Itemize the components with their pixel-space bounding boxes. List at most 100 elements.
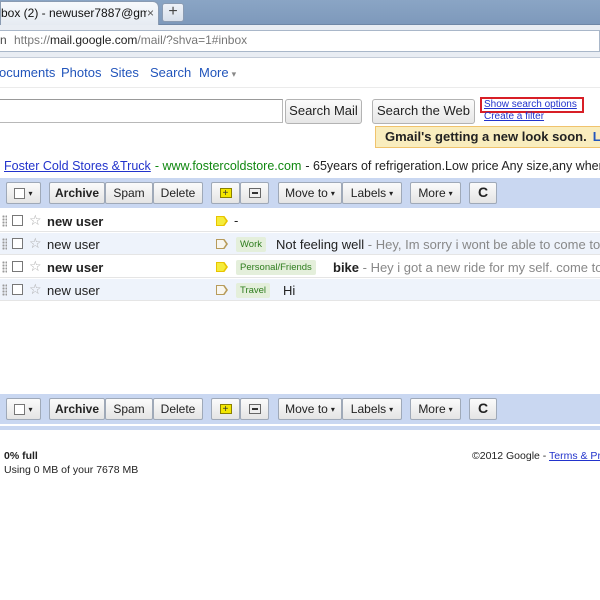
drag-handle-icon[interactable]: [2, 215, 7, 227]
terms-link[interactable]: Terms & Priv: [549, 450, 600, 462]
move-to-label: Move to: [285, 402, 328, 416]
row-checkbox[interactable]: [12, 215, 23, 226]
select-dropdown-button[interactable]: ▾: [6, 182, 41, 204]
show-search-options-link[interactable]: Show search options: [484, 99, 577, 110]
row-checkbox[interactable]: [12, 284, 23, 295]
star-icon[interactable]: ☆: [29, 258, 42, 275]
email-row[interactable]: ☆ new user Personal/Friends bike - Hey i…: [0, 256, 600, 278]
row-checkbox[interactable]: [12, 238, 23, 249]
chevron-down-icon: ▾: [330, 189, 335, 198]
email-label-work[interactable]: Work: [236, 237, 266, 252]
mark-important-button[interactable]: [211, 182, 240, 204]
mark-not-important-icon: [248, 404, 261, 414]
mark-not-important-button[interactable]: [240, 398, 269, 420]
chevron-down-icon: ▾: [389, 405, 394, 414]
star-icon[interactable]: ☆: [29, 212, 42, 229]
spam-button[interactable]: Spam: [105, 182, 153, 204]
spam-button[interactable]: Spam: [105, 398, 153, 420]
nav-more-label: More: [199, 65, 229, 80]
email-sender: new user: [47, 260, 104, 275]
refresh-button[interactable]: C: [469, 182, 497, 204]
chevron-down-icon: ▾: [28, 405, 33, 414]
drag-handle-icon[interactable]: [2, 238, 7, 250]
tab-title: box (2) - newuser7887@gmail....: [1, 6, 147, 20]
notice-text: Gmail's getting a new look soon.: [385, 129, 587, 144]
importance-marker-icon[interactable]: [216, 239, 228, 249]
archive-button[interactable]: Archive: [49, 182, 105, 204]
drag-handle-icon[interactable]: [2, 261, 7, 273]
email-subject: Hi: [283, 283, 296, 298]
row-checkbox[interactable]: [12, 261, 23, 272]
create-filter-link[interactable]: Create a filter: [484, 111, 544, 122]
email-label-personal-friends[interactable]: Personal/Friends: [236, 260, 316, 275]
archive-button[interactable]: Archive: [49, 398, 105, 420]
select-checkbox-icon: [14, 188, 26, 199]
action-toolbar-bottom: ▾ Archive Spam Delete Move to▾ Labels▾ M…: [0, 394, 600, 424]
sponsored-ad: Foster Cold Stores &Truck - www.fostercol…: [0, 155, 600, 177]
labels-button[interactable]: Labels ▾: [342, 182, 402, 204]
star-icon[interactable]: ☆: [29, 235, 42, 252]
move-to-label: Move to: [285, 186, 328, 200]
new-tab-button[interactable]: +: [162, 3, 184, 22]
labels-label: Labels: [350, 186, 387, 200]
chevron-down-icon: ▾: [330, 405, 335, 414]
copyright: ©2012 Google - Terms & Priv: [472, 450, 600, 462]
copyright-text: ©2012 Google -: [472, 450, 550, 462]
chevron-down-icon: ▾: [231, 69, 237, 79]
more-actions-button[interactable]: More ▾: [410, 182, 461, 204]
drag-handle-icon[interactable]: [2, 284, 7, 296]
mark-important-icon: [219, 184, 232, 204]
email-snippet: - Hey, Im sorry i wont be able to come t…: [364, 237, 600, 252]
storage-usage: Using 0 MB of your 7678 MB: [4, 464, 139, 476]
email-subject: Not feeling well - Hey, Im sorry i wont …: [276, 237, 600, 252]
more-label: More: [418, 186, 446, 200]
delete-button[interactable]: Delete: [153, 182, 203, 204]
email-subject: bike - Hey i got a new ride for my self.…: [333, 260, 600, 275]
address-url[interactable]: https://mail.google.com/mail/?shva=1#inb…: [14, 30, 247, 52]
move-to-button[interactable]: Move to ▾: [278, 182, 342, 204]
refresh-button[interactable]: C: [469, 398, 497, 420]
email-sender: new user: [47, 237, 100, 252]
mark-important-icon: [219, 400, 232, 420]
star-icon[interactable]: ☆: [29, 281, 42, 298]
email-row[interactable]: ☆ new user Travel Hi: [0, 279, 600, 301]
ad-url: - www.fostercoldstore.com: [154, 159, 302, 173]
nav-sites[interactable]: Sites: [110, 65, 139, 80]
importance-marker-icon[interactable]: [216, 262, 228, 272]
importance-marker-icon[interactable]: [216, 285, 228, 295]
importance-marker-icon[interactable]: [216, 216, 228, 226]
more-actions-button[interactable]: More ▾: [410, 398, 461, 420]
labels-label: Labels: [350, 402, 387, 416]
email-label-travel[interactable]: Travel: [236, 283, 271, 298]
close-tab-icon[interactable]: ×: [147, 2, 154, 24]
nav-photos[interactable]: Photos: [61, 65, 101, 80]
search-mail-button[interactable]: Search Mail: [285, 99, 362, 124]
select-dropdown-button[interactable]: ▾: [6, 398, 41, 420]
move-to-button[interactable]: Move to ▾: [278, 398, 342, 420]
email-row[interactable]: ☆ new user Work Not feeling well - Hey, …: [0, 233, 600, 255]
refresh-icon: C: [477, 184, 489, 200]
delete-button[interactable]: Delete: [153, 398, 203, 420]
browser-tab-inbox[interactable]: box (2) - newuser7887@gmail.... ×: [0, 1, 159, 25]
labels-button[interactable]: Labels ▾: [342, 398, 402, 420]
email-row[interactable]: ☆ new user -: [0, 210, 600, 232]
nav-documents[interactable]: ocuments: [0, 65, 55, 80]
nav-search[interactable]: Search: [150, 65, 191, 80]
chevron-down-icon: ▾: [448, 405, 453, 414]
email-sender: new user: [47, 283, 100, 298]
secure-lock-icon: n: [0, 33, 7, 47]
ad-title-link[interactable]: Foster Cold Stores &Truck: [4, 159, 151, 173]
storage-quota: 0% full: [4, 450, 38, 462]
email-sender: new user: [47, 214, 104, 229]
select-checkbox-icon: [14, 404, 26, 415]
mark-not-important-button[interactable]: [240, 182, 269, 204]
search-input[interactable]: [0, 99, 283, 123]
search-web-button[interactable]: Search the Web: [372, 99, 475, 124]
chevron-down-icon: ▾: [389, 189, 394, 198]
nav-more[interactable]: More ▾: [199, 65, 236, 80]
email-subject-text: Not feeling well: [276, 237, 365, 252]
notice-learn-link[interactable]: Le: [593, 129, 600, 144]
chevron-down-icon: ▾: [28, 189, 33, 198]
mark-important-button[interactable]: [211, 398, 240, 420]
new-look-notice: Gmail's getting a new look soon. Le: [375, 126, 600, 148]
